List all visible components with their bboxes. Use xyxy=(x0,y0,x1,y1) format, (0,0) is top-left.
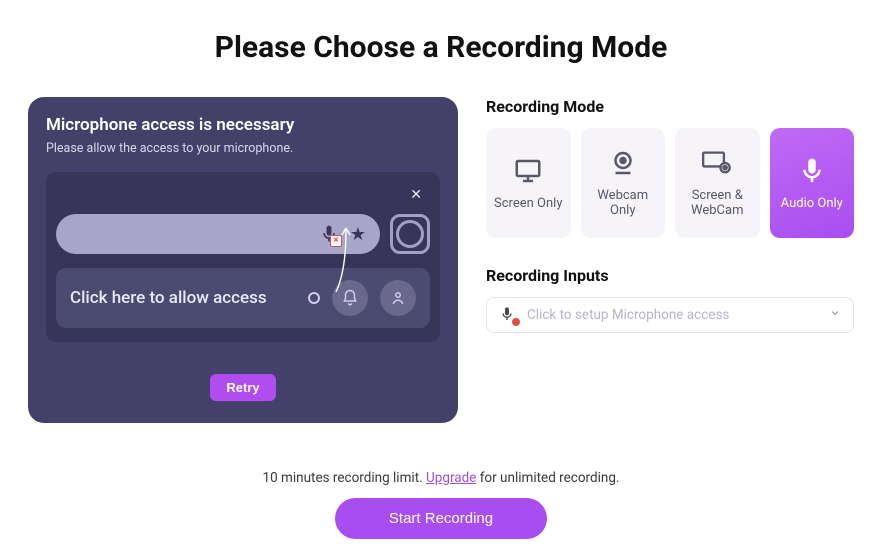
url-bar: ★ xyxy=(56,214,380,254)
person-icon xyxy=(380,280,416,316)
mic-card-subtitle: Please allow the access to your micropho… xyxy=(46,141,440,156)
microphone-small-icon xyxy=(499,306,517,324)
footer: 10 minutes recording limit. Upgrade for … xyxy=(0,470,882,539)
monitor-icon xyxy=(510,156,546,186)
input-select-placeholder: Click to setup Microphone access xyxy=(527,307,729,323)
microphone-input-select[interactable]: Click to setup Microphone access xyxy=(486,297,854,333)
allow-access-row: Click here to allow access xyxy=(56,268,430,328)
recording-inputs-title: Recording Inputs xyxy=(486,266,854,285)
screen-webcam-icon xyxy=(699,148,735,178)
footer-prefix: 10 minutes recording limit. xyxy=(262,470,426,486)
mode-audio-only[interactable]: Audio Only xyxy=(770,128,855,238)
close-icon[interactable]: ✕ xyxy=(402,185,430,205)
mode-webcam-only[interactable]: Webcam Only xyxy=(581,128,666,238)
microphone-access-card: Microphone access is necessary Please al… xyxy=(28,97,458,423)
retry-button[interactable]: Retry xyxy=(210,374,275,401)
webcam-icon xyxy=(605,148,641,178)
mode-screen-only[interactable]: Screen Only xyxy=(486,128,571,238)
mode-label: Webcam Only xyxy=(585,188,662,218)
page-title: Please Choose a Recording Mode xyxy=(28,30,854,65)
footer-suffix: for unlimited recording. xyxy=(476,470,619,486)
mode-label: Audio Only xyxy=(781,196,843,211)
profile-icon xyxy=(390,214,430,254)
recording-mode-grid: Screen Only Webcam Only Screen & WebCam xyxy=(486,128,854,238)
mode-label: Screen Only xyxy=(494,196,562,211)
bell-icon xyxy=(332,280,368,316)
recording-mode-title: Recording Mode xyxy=(486,97,854,116)
upgrade-link[interactable]: Upgrade xyxy=(426,470,476,486)
chevron-down-icon xyxy=(829,307,841,323)
star-icon: ★ xyxy=(350,224,366,245)
start-recording-button[interactable]: Start Recording xyxy=(335,498,547,539)
permission-mock-ui: ✕ ★ Click here to allow acc xyxy=(46,172,440,342)
mode-screen-webcam[interactable]: Screen & WebCam xyxy=(675,128,760,238)
mic-card-title: Microphone access is necessary xyxy=(46,115,440,135)
microphone-icon xyxy=(794,156,830,186)
microphone-blocked-icon[interactable] xyxy=(318,223,340,245)
allow-access-text: Click here to allow access xyxy=(70,288,296,308)
mode-label: Screen & WebCam xyxy=(679,188,756,218)
